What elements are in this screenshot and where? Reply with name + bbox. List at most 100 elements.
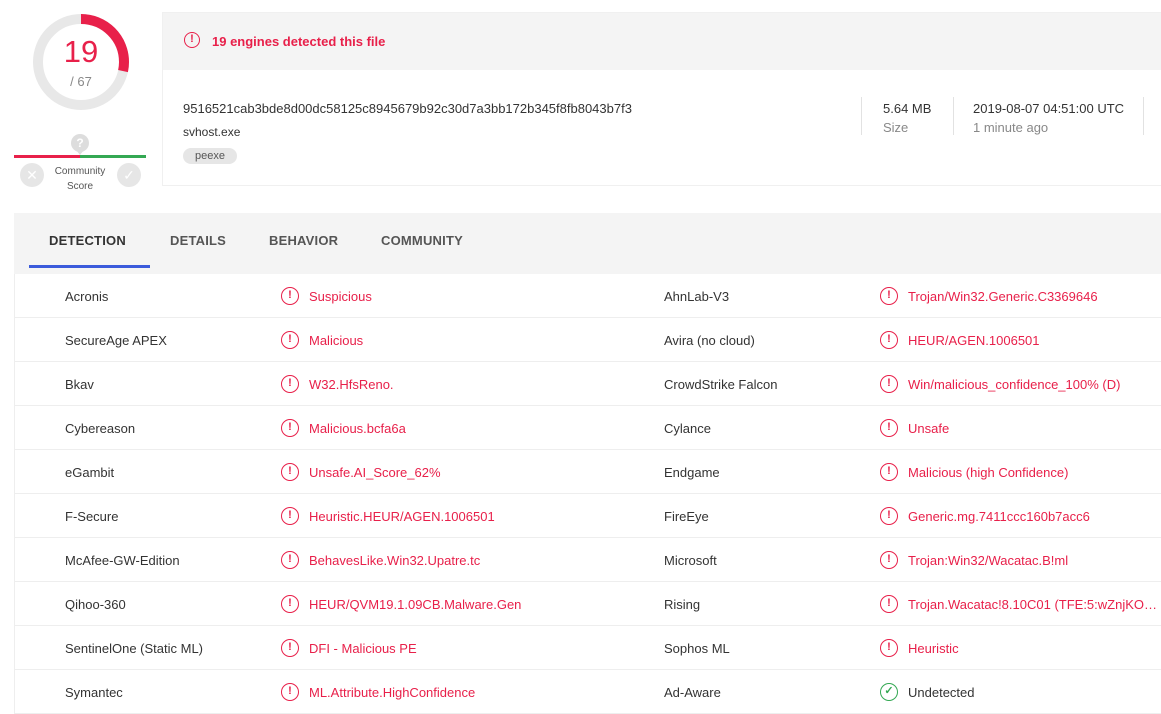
malicious-alert-icon: ! [281,639,299,657]
table-row: Qihoo-360 ! HEUR/QVM19.1.09CB.Malware.Gen… [15,582,1161,626]
engine-name: Microsoft [664,553,717,568]
malicious-alert-icon: ! [880,595,898,613]
detection-result-text: Win/malicious_confidence_100% (D) [908,377,1121,392]
analysis-date-label: 1 minute ago [973,120,1049,135]
table-row: Symantec ! ML.Attribute.HighConfidence Ad… [15,670,1161,714]
detection-result-text: Suspicious [309,289,372,304]
table-row: Cybereason ! Malicious.bcfa6a Cylance ! Un… [15,406,1161,450]
alert-icon: ! [184,32,200,48]
malicious-alert-icon: ! [880,639,898,657]
detection-table: Acronis ! Suspicious AhnLab-V3 ! Trojan/Wi… [14,274,1161,714]
engine-name: Qihoo-360 [65,597,126,612]
engine-name: Symantec [65,685,123,700]
table-row: F-Secure ! Heuristic.HEUR/AGEN.1006501 Fi… [15,494,1161,538]
table-row: Acronis ! Suspicious AhnLab-V3 ! Trojan/Wi… [15,274,1161,318]
community-score-bar-negative [14,155,80,158]
engine-name: Sophos ML [664,641,730,656]
malicious-alert-icon: ! [281,331,299,349]
community-score-bar [14,155,146,158]
table-row: Bkav ! W32.HfsReno. CrowdStrike Falcon ! W… [15,362,1161,406]
engine-name: Bkav [65,377,94,392]
meta-divider [953,97,954,135]
engine-name: McAfee-GW-Edition [65,553,180,568]
upvote-check-icon[interactable]: ✓ [117,163,141,187]
engine-name: Endgame [664,465,720,480]
engine-name: Avira (no cloud) [664,333,755,348]
malicious-alert-icon: ! [281,551,299,569]
detection-result-text: W32.HfsReno. [309,377,394,392]
malicious-alert-icon: ! [880,419,898,437]
tab-community[interactable]: COMMUNITY [381,233,463,248]
engine-name: F-Secure [65,509,119,524]
detection-result-text: Heuristic.HEUR/AGEN.1006501 [309,509,495,524]
tab-detection[interactable]: DETECTION [49,233,126,248]
meta-divider [1143,97,1144,135]
community-score-bar-positive [80,155,146,158]
file-info-card: ! 19 engines detected this file 9516521c… [162,12,1161,186]
engine-name: SecureAge APEX [65,333,167,348]
table-row: SentinelOne (Static ML) ! DFI - Malicious… [15,626,1161,670]
detection-result-text: Unsafe [908,421,950,436]
engine-name: Cylance [664,421,711,436]
tab-behavior[interactable]: BEHAVIOR [269,233,338,248]
malicious-alert-icon: ! [880,287,898,305]
table-row: eGambit ! Unsafe.AI_Score_62% Endgame ! Ma… [15,450,1161,494]
detection-result-text: Malicious [309,333,364,348]
undetected-check-icon: ✓ [880,683,898,701]
malicious-alert-icon: ! [281,683,299,701]
malicious-alert-icon: ! [281,595,299,613]
community-score-label: Community Score [48,164,112,194]
malicious-alert-icon: ! [880,375,898,393]
detection-result-text: HEUR/AGEN.1006501 [908,333,1040,348]
tab-details[interactable]: DETAILS [170,233,226,248]
detection-result-text: Trojan:Win32/Wacatac.B!ml [908,553,1069,568]
engine-name: SentinelOne (Static ML) [65,641,204,656]
downvote-x-icon[interactable]: ✕ [20,163,44,187]
detection-result-text: Heuristic [908,641,959,656]
file-size-value: 5.64 MB [883,101,932,116]
detection-result-text: Generic.mg.7411ccc160b7acc6 [908,509,1090,524]
engine-name: Rising [664,597,701,612]
detection-result-text: DFI - Malicious PE [309,641,417,656]
detection-alert-text: 19 engines detected this file [212,34,386,49]
detection-result-text: Unsafe.AI_Score_62% [309,465,441,480]
meta-divider [861,97,862,135]
malicious-alert-icon: ! [880,463,898,481]
detection-result-text: Malicious.bcfa6a [309,421,406,436]
community-score-label-line1: Community [54,166,106,177]
malicious-alert-icon: ! [281,287,299,305]
table-row: McAfee-GW-Edition ! BehavesLike.Win32.Upa… [15,538,1161,582]
malicious-alert-icon: ! [880,551,898,569]
engine-name: Ad-Aware [664,685,721,700]
table-row: SecureAge APEX ! Malicious Avira (no clou… [15,318,1161,362]
malicious-alert-icon: ! [281,507,299,525]
malicious-alert-icon: ! [281,419,299,437]
detection-result-text: Trojan.Wacatac!8.10C01 (TFE:5:wZnjKO… [908,597,1158,612]
detection-result-text: BehavesLike.Win32.Upatre.tc [309,553,481,568]
engine-name: AhnLab-V3 [664,289,730,304]
malicious-alert-icon: ! [880,331,898,349]
file-name: svhost.exe [183,125,241,139]
file-hash[interactable]: 9516521cab3bde8d00dc58125c8945679b92c30d… [183,101,632,116]
engine-name: eGambit [65,465,115,480]
engine-name: CrowdStrike Falcon [664,377,778,392]
detection-result-text: Trojan/Win32.Generic.C3369646 [908,289,1098,304]
detected-count: 19 [63,34,99,69]
community-score-label-line2: Score [66,181,94,192]
file-tag[interactable]: peexe [183,148,237,164]
detection-result-text: HEUR/QVM19.1.09CB.Malware.Gen [309,597,522,612]
malicious-alert-icon: ! [880,507,898,525]
detection-score-ring: 19 / 67 [31,12,131,112]
detection-alert-banner: ! 19 engines detected this file [163,13,1161,70]
engine-name: Cybereason [65,421,136,436]
engine-name: Acronis [65,289,109,304]
detection-result-text: ML.Attribute.HighConfidence [309,685,476,700]
malicious-alert-icon: ! [281,463,299,481]
total-engines: / 67 [70,74,92,89]
tab-bar: DETECTION DETAILS BEHAVIOR COMMUNITY [14,213,1161,268]
malicious-alert-icon: ! [281,375,299,393]
engine-name: FireEye [664,509,709,524]
analysis-date-value: 2019-08-07 04:51:00 UTC [973,101,1125,116]
detection-result-text: Malicious (high Confidence) [908,465,1069,480]
detection-result-text: Undetected [908,685,975,700]
